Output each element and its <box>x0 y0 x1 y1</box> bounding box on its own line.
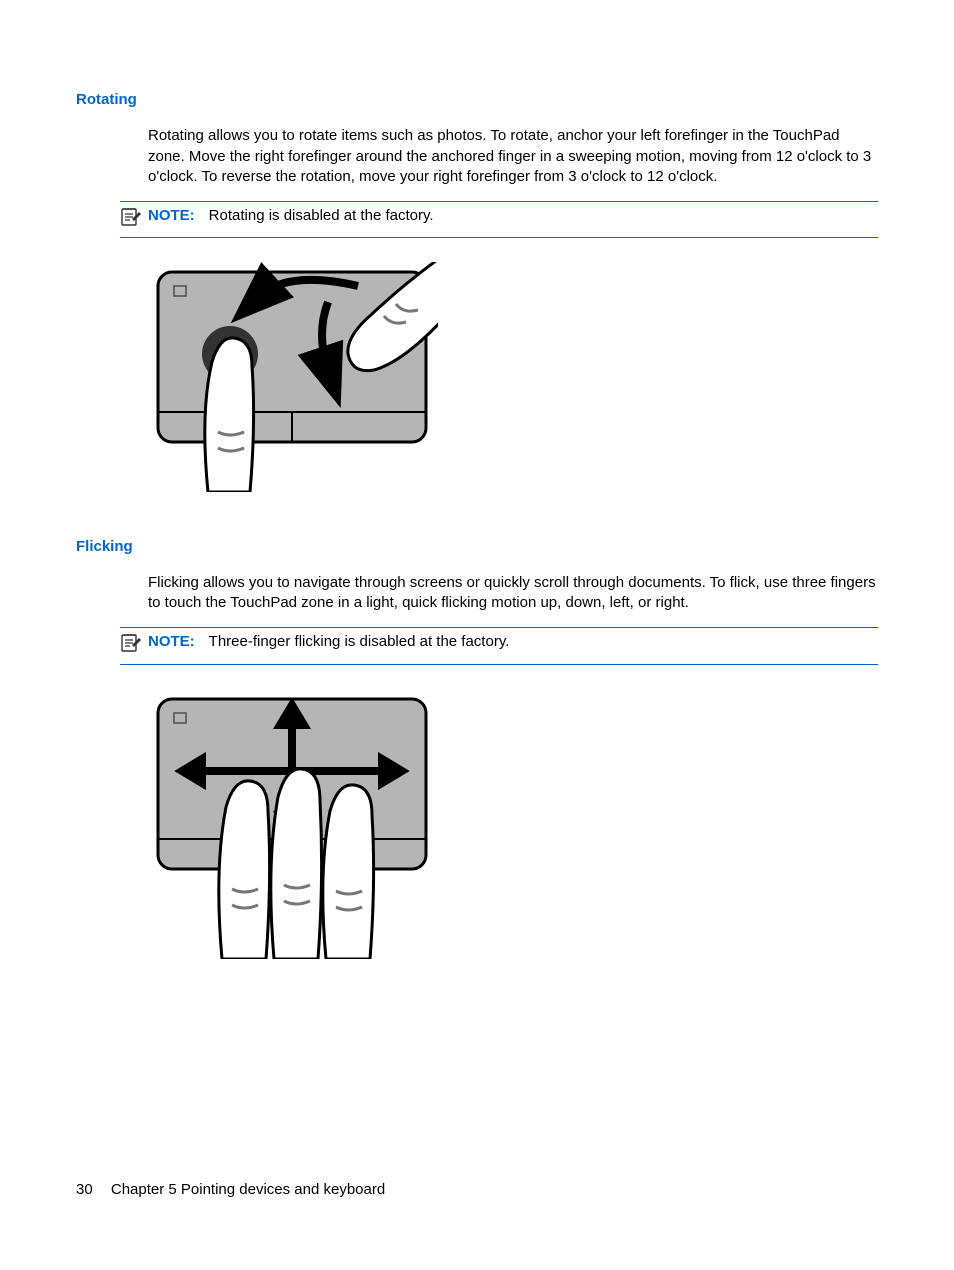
note-text: Rotating is disabled at the factory. <box>209 206 434 226</box>
page-number: 30 <box>76 1181 93 1198</box>
heading-flicking: Flicking <box>76 537 878 557</box>
body-flicking: Flicking allows you to navigate through … <box>148 573 878 614</box>
note-label: NOTE: <box>148 632 195 652</box>
figure-flicking <box>148 689 878 965</box>
note-label: NOTE: <box>148 206 195 226</box>
body-rotating: Rotating allows you to rotate items such… <box>148 126 878 187</box>
note-icon <box>120 207 142 233</box>
heading-rotating: Rotating <box>76 90 878 110</box>
note-text: Three-finger flicking is disabled at the… <box>209 632 510 652</box>
note-icon <box>120 633 142 659</box>
figure-rotating <box>148 262 878 498</box>
note-flicking: NOTE: Three-finger flicking is disabled … <box>120 627 878 664</box>
note-rotating: NOTE: Rotating is disabled at the factor… <box>120 201 878 238</box>
page-footer: 30 Chapter 5 Pointing devices and keyboa… <box>76 1180 385 1200</box>
chapter-title: Chapter 5 Pointing devices and keyboard <box>111 1181 385 1198</box>
